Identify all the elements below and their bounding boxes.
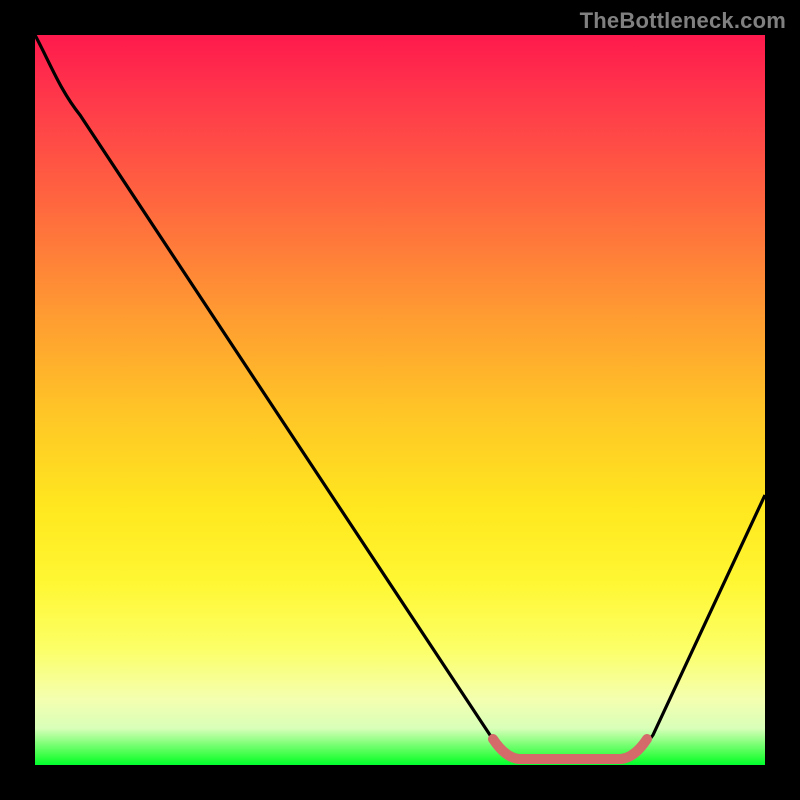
watermark-text: TheBottleneck.com — [580, 8, 786, 34]
valley-highlight — [493, 739, 647, 759]
chart-frame: TheBottleneck.com — [0, 0, 800, 800]
bottleneck-curve — [35, 35, 765, 760]
curve-layer — [35, 35, 765, 765]
plot-area — [35, 35, 765, 765]
